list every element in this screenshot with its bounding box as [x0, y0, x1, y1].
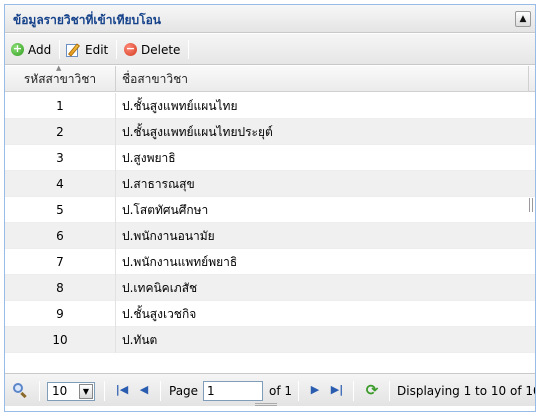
cell-name: ป.พนักงานอนามัย: [122, 229, 215, 243]
cell-name: ป.ชั้นสูงแพทย์แผนไทย: [122, 99, 238, 113]
cell-code: 5: [5, 197, 116, 223]
table-row[interactable]: 2 ป.ชั้นสูงแพทย์แผนไทยประยุต์: [5, 119, 535, 145]
page-number-input[interactable]: [203, 381, 263, 401]
column-resize-handle[interactable]: [529, 198, 533, 212]
next-page-icon[interactable]: ▶: [308, 383, 322, 397]
chevron-down-icon[interactable]: ▼: [79, 384, 93, 399]
cell-name: ป.สาธารณสุข: [122, 177, 195, 191]
cell-code: 7: [5, 249, 116, 275]
cell-code: 8: [5, 275, 116, 301]
toolbar-separator: [188, 40, 189, 59]
prev-page-icon[interactable]: ◀: [137, 383, 151, 397]
add-icon: +: [11, 42, 24, 56]
cell-code: 1: [5, 93, 116, 119]
table-row[interactable]: 8 ป.เทคนิคเภสัช: [5, 275, 535, 301]
edit-button-label: Edit: [85, 42, 109, 57]
add-button[interactable]: + Add: [11, 39, 51, 60]
cell-code: 3: [5, 145, 116, 171]
cell-name: ป.ชั้นสูงแพทย์แผนไทยประยุต์: [122, 125, 273, 139]
page-size-select[interactable]: 10 ▼: [47, 382, 95, 401]
table-row[interactable]: 5 ป.โสตทัศนศึกษา: [5, 197, 535, 223]
panel-header: ข้อมูลรายวิชาที่เข้าเทียบโอน ▲: [5, 5, 535, 33]
pager-separator: [39, 381, 40, 401]
cell-name: ป.ชั้นสูงเวชกิจ: [122, 307, 197, 321]
edit-button[interactable]: Edit: [66, 39, 108, 60]
panel-title: ข้อมูลรายวิชาที่เข้าเทียบโอน: [13, 13, 161, 27]
column-header-name[interactable]: ชื่อสาขาวิชา: [117, 66, 529, 92]
grid-header: ▲ รหัสสาขาวิชา ชื่อสาขาวิชา: [5, 64, 535, 92]
delete-icon: −: [124, 42, 137, 56]
cell-name: ป.เทคนิคเภสัช: [122, 281, 198, 295]
paging-toolbar: 10 ▼ |◀ ◀ Page of 1 ▶ ▶| ⟳ Displaying 1 …: [5, 373, 535, 406]
delete-button[interactable]: − Delete: [124, 39, 180, 60]
page-label: Page: [169, 384, 199, 398]
refresh-icon[interactable]: ⟳: [364, 382, 380, 398]
first-page-icon[interactable]: |◀: [115, 383, 129, 397]
cell-name: ป.พนักงานแพทย์พยาธิ: [122, 255, 238, 269]
grid-panel: ข้อมูลรายวิชาที่เข้าเทียบโอน ▲ + Add Edi…: [4, 4, 536, 412]
pager-separator: [298, 381, 299, 401]
table-row[interactable]: 7 ป.พนักงานแพทย์พยาธิ: [5, 249, 535, 275]
search-icon[interactable]: [13, 383, 27, 399]
add-button-label: Add: [28, 42, 52, 57]
table-row[interactable]: 1 ป.ชั้นสูงแพทย์แผนไทย: [5, 93, 535, 119]
cell-code: 6: [5, 223, 116, 249]
toolbar-separator: [59, 40, 60, 59]
toolbar-separator: [116, 40, 117, 59]
pager-separator: [104, 381, 105, 401]
last-page-icon[interactable]: ▶|: [330, 383, 344, 397]
column-header-code[interactable]: ▲ รหัสสาขาวิชา: [5, 64, 116, 92]
cell-name: ป.ทันต: [122, 333, 158, 347]
pager-separator: [389, 381, 390, 401]
page-count-label: of 1: [269, 384, 293, 398]
cell-code: 4: [5, 171, 116, 197]
delete-button-label: Delete: [141, 42, 181, 57]
cell-code: 2: [5, 119, 116, 145]
display-info: Displaying 1 to 10 of 10: [397, 384, 536, 398]
cell-code: 10: [5, 327, 116, 353]
collapse-up-icon[interactable]: ▲: [515, 11, 531, 27]
table-row[interactable]: 4 ป.สาธารณสุข: [5, 171, 535, 197]
pager-separator: [353, 381, 354, 401]
pager-separator: [160, 381, 161, 401]
table-row[interactable]: 3 ป.สูงพยาธิ: [5, 145, 535, 171]
toolbar: + Add Edit − Delete: [5, 34, 535, 65]
edit-icon: [66, 42, 81, 57]
table-row[interactable]: 9 ป.ชั้นสูงเวชกิจ: [5, 301, 535, 327]
cell-name: ป.โสตทัศนศึกษา: [122, 203, 209, 217]
table-row[interactable]: 10 ป.ทันต: [5, 327, 535, 353]
table-row[interactable]: 6 ป.พนักงานอนามัย: [5, 223, 535, 249]
cell-code: 9: [5, 301, 116, 327]
cell-name: ป.สูงพยาธิ: [122, 151, 176, 165]
panel-resize-grip[interactable]: [255, 403, 277, 406]
sort-asc-icon: ▲: [56, 64, 62, 72]
